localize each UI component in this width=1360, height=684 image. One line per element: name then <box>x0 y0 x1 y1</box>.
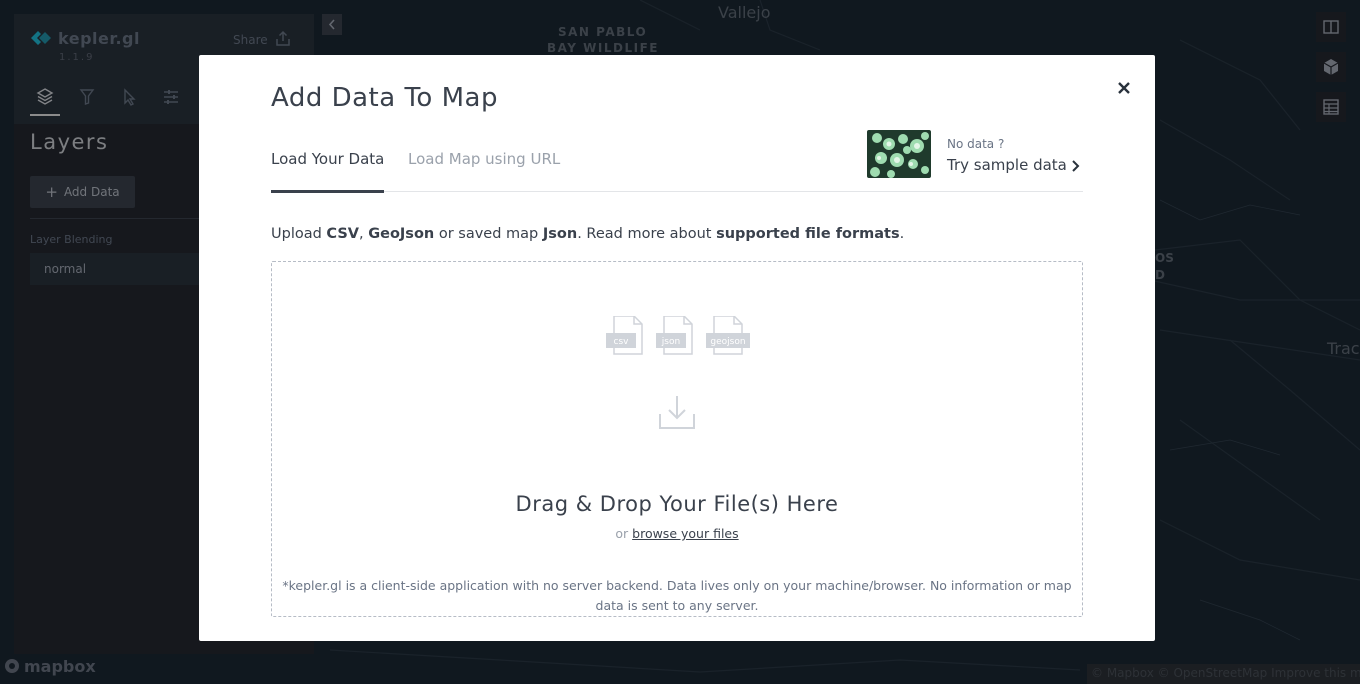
upload-prefix: Upload <box>271 226 327 242</box>
file-dropzone[interactable]: csv json geojson Drag & Drop Your File(s… <box>271 261 1083 617</box>
drop-title: Drag & Drop Your File(s) Here <box>515 492 839 516</box>
format-json: Json <box>542 226 578 242</box>
browse-line: or browse your files <box>272 526 1082 541</box>
download-arrow-icon <box>659 396 695 429</box>
modal-title: Add Data To Map <box>271 83 498 113</box>
upload-sep: , <box>359 226 369 242</box>
upload-end: . <box>899 226 905 242</box>
try-sample-data-link[interactable]: Try sample data <box>947 156 1067 174</box>
upload-info: Upload CSV, GeoJson or saved map Json. R… <box>271 226 904 242</box>
supported-formats-link[interactable]: supported file formats <box>716 226 900 242</box>
tab-load-your-data[interactable]: Load Your Data <box>271 150 385 193</box>
no-data-label: No data ? <box>947 137 1005 151</box>
add-data-modal: Add Data To Map Load Your Data Load Map … <box>199 55 1155 641</box>
browse-files-link[interactable]: browse your files <box>632 526 738 541</box>
csv-file-label: csv <box>614 337 630 347</box>
sample-data-thumbnail[interactable] <box>867 130 931 178</box>
privacy-disclaimer: *kepler.gl is a client-side application … <box>282 578 1072 613</box>
sample-map-image <box>867 130 931 178</box>
format-csv: CSV <box>326 226 359 242</box>
csv-file-icon: csv <box>606 316 643 355</box>
geojson-file-icon: geojson <box>706 316 750 355</box>
json-file-label: json <box>661 337 680 347</box>
format-geojson: GeoJson <box>368 226 435 242</box>
tab-load-map-url[interactable]: Load Map using URL <box>408 150 560 190</box>
chevron-right-icon[interactable] <box>1068 158 1082 174</box>
geojson-file-label: geojson <box>710 337 745 347</box>
close-icon <box>1118 82 1130 94</box>
upload-read-more: . Read more about <box>577 226 717 242</box>
browse-or: or <box>615 526 633 541</box>
close-button[interactable] <box>1113 77 1135 99</box>
upload-middle: or saved map <box>434 226 543 242</box>
json-file-icon: json <box>656 316 693 355</box>
